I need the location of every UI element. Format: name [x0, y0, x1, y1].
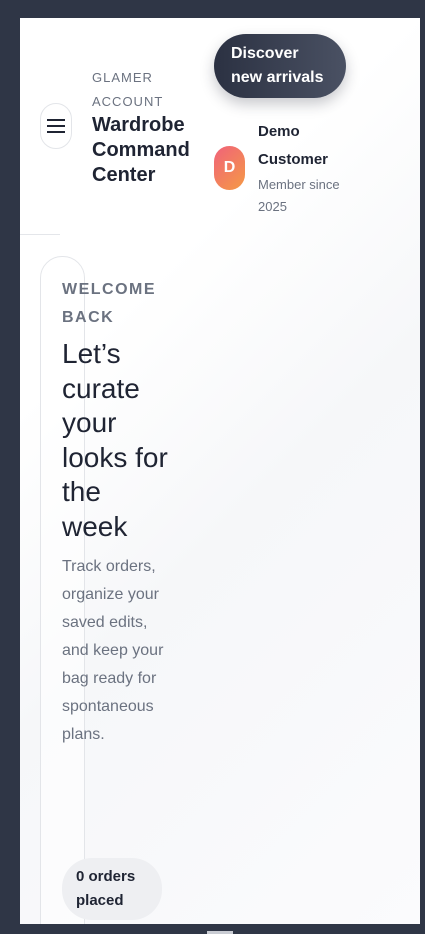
welcome-heading: Let’s curate your looks for the week — [62, 338, 168, 542]
discover-new-arrivals-button[interactable]: Discover new arrivals — [214, 34, 346, 98]
hamburger-icon — [47, 119, 65, 133]
user-name: Demo Customer — [258, 123, 329, 168]
menu-button[interactable] — [40, 103, 72, 149]
account-eyebrow: GLAMER ACCOUNT — [92, 70, 164, 109]
page-title: Wardrobe Command Center — [92, 114, 190, 186]
avatar[interactable]: D — [214, 146, 245, 190]
welcome-eyebrow: WELCOME BACK — [62, 281, 157, 326]
account-page: GLAMER ACCOUNT Wardrobe Command Center D… — [20, 18, 420, 924]
orders-count-badge: 0 orders placed — [62, 858, 162, 920]
member-since: Member since 2025 — [258, 177, 340, 214]
welcome-description: Track orders, organize your saved edits,… — [62, 558, 164, 743]
